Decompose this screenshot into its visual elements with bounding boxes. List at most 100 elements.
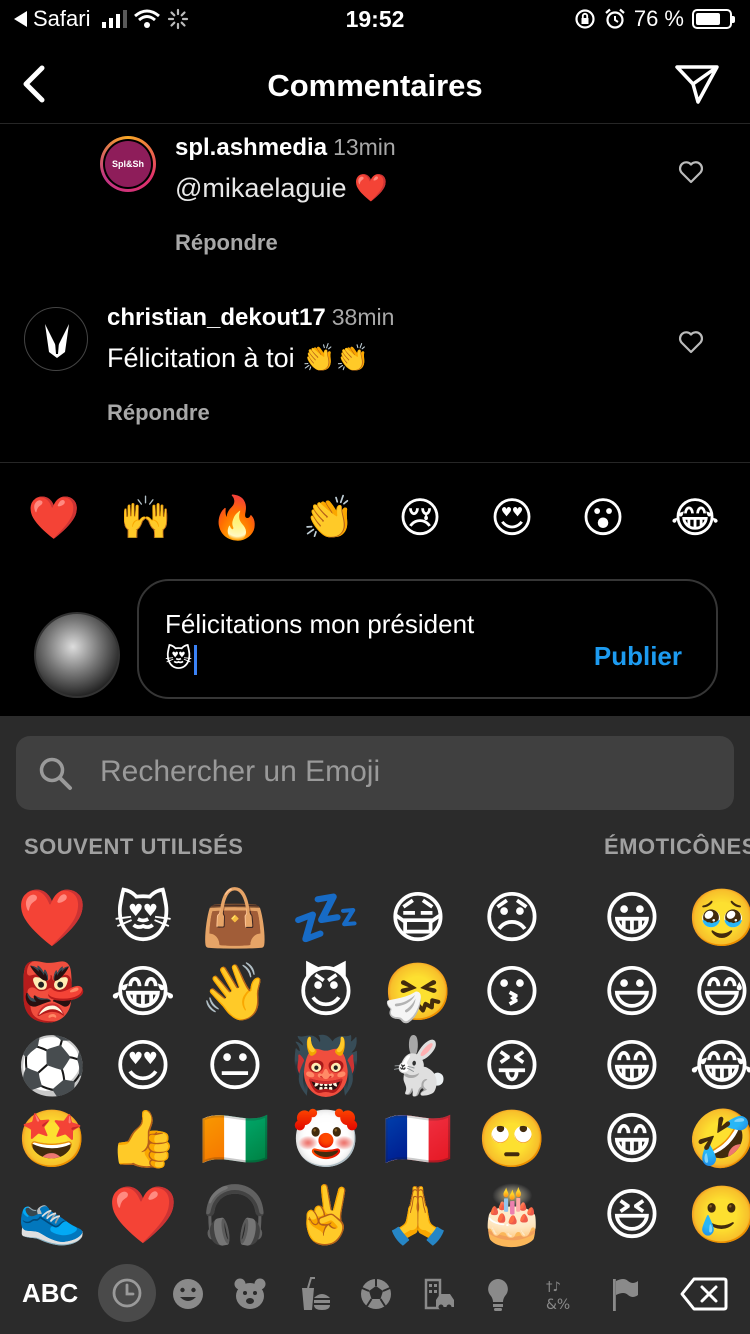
emoji-search-placeholder: Rechercher un Emoji bbox=[100, 755, 381, 788]
emoji-key[interactable]: 😁 bbox=[596, 1103, 668, 1175]
quick-reaction[interactable]: 😂 bbox=[665, 488, 725, 548]
emoji-key[interactable]: 💤 bbox=[290, 882, 362, 954]
like-heart-icon[interactable] bbox=[678, 160, 704, 184]
travel-icon[interactable] bbox=[418, 1274, 458, 1314]
emoji-key[interactable]: 🥹 bbox=[686, 882, 750, 954]
emoji-key[interactable]: 👟 bbox=[16, 1179, 88, 1251]
recent-icon bbox=[112, 1278, 142, 1308]
emoji-key[interactable]: 🤡 bbox=[290, 1103, 362, 1175]
avatar[interactable]: Spl&Sh bbox=[100, 136, 156, 192]
emoji-key[interactable]: 😁 bbox=[596, 1030, 668, 1102]
smiley-icon[interactable] bbox=[168, 1274, 208, 1314]
keyboard-category-bar: ABC †♪ &% bbox=[0, 1256, 750, 1334]
emoji-key[interactable]: 😷 bbox=[382, 882, 454, 954]
emoji-key[interactable]: 🇨🇮 bbox=[199, 1103, 271, 1175]
text-cursor bbox=[194, 645, 198, 676]
emoji-grid: ❤️ 👺 ⚽ 🤩 👟 😻 😂 😍 👍 ❤️ 👜 👋 😐 🇨🇮 🎧 💤 😈 👹 🤡 ✌️ 😷 🤧 🐇 🇫🇷 🙏 😞 😗 😝 🙄 🎂 😀 😃 😁 😁 😆… bbox=[0, 874, 750, 1254]
svg-text:&%: &% bbox=[546, 1297, 570, 1313]
emoji-key[interactable]: ❤️ bbox=[107, 1179, 179, 1251]
battery-percent: 76 % bbox=[633, 6, 684, 31]
emoji-key[interactable]: 🤣 bbox=[686, 1103, 750, 1175]
recent-category-button[interactable] bbox=[98, 1264, 156, 1322]
quick-reaction[interactable]: 😍 bbox=[482, 488, 542, 548]
comment-input-emoji: 😻 bbox=[165, 643, 193, 673]
tuxedo-logo-icon bbox=[45, 324, 69, 358]
emoji-key[interactable]: 🥲 bbox=[686, 1179, 750, 1251]
search-icon bbox=[39, 757, 72, 790]
quick-reactions-bar: ❤️ 🙌 🔥 👏 😢 😍 😮 😂 bbox=[0, 488, 750, 548]
svg-text:†♪: †♪ bbox=[546, 1280, 561, 1295]
like-heart-icon[interactable] bbox=[678, 330, 704, 354]
quick-reaction[interactable]: 😢 bbox=[390, 488, 450, 548]
status-bar: Safari 19:52 76 % bbox=[0, 0, 750, 40]
quick-reaction[interactable]: 🔥 bbox=[207, 488, 267, 548]
emoji-key[interactable]: 😂 bbox=[686, 1030, 750, 1102]
flag-icon[interactable] bbox=[604, 1274, 644, 1314]
backspace-icon[interactable] bbox=[680, 1276, 728, 1312]
emoji-key[interactable]: 😈 bbox=[290, 956, 362, 1028]
emoji-key[interactable]: 🎂 bbox=[476, 1179, 548, 1251]
section-label-smileys: ÉMOTICÔNES bbox=[604, 834, 750, 859]
emoji-key[interactable]: 🤩 bbox=[16, 1103, 88, 1175]
comment-text: Félicitation à toi 👏👏 bbox=[107, 343, 370, 373]
divider bbox=[0, 462, 750, 463]
send-icon[interactable] bbox=[674, 62, 720, 106]
emoji-key[interactable]: 👋 bbox=[199, 956, 271, 1028]
emoji-key[interactable]: 🐇 bbox=[382, 1030, 454, 1102]
emoji-key[interactable]: 😐 bbox=[199, 1030, 271, 1102]
emoji-key[interactable]: 🇫🇷 bbox=[382, 1103, 454, 1175]
reply-button[interactable]: Répondre bbox=[107, 400, 647, 426]
emoji-key[interactable]: 😆 bbox=[596, 1179, 668, 1251]
comment-input-text: Félicitations mon président bbox=[165, 609, 475, 639]
comment-username[interactable]: christian_dekout17 bbox=[107, 304, 326, 331]
emoji-key[interactable]: 😃 bbox=[596, 956, 668, 1028]
lightbulb-icon[interactable] bbox=[478, 1274, 518, 1314]
rotation-lock-icon bbox=[575, 9, 595, 29]
emoji-key[interactable]: 🙏 bbox=[382, 1179, 454, 1251]
emoji-key[interactable]: 👍 bbox=[107, 1103, 179, 1175]
animal-icon[interactable] bbox=[230, 1274, 270, 1314]
section-label-frequent: SOUVENT UTILISÉS bbox=[24, 834, 244, 859]
emoji-key[interactable]: 🎧 bbox=[199, 1179, 271, 1251]
emoji-search-input[interactable]: Rechercher un Emoji bbox=[16, 736, 734, 810]
quick-reaction[interactable]: ❤️ bbox=[24, 488, 84, 548]
emoji-key[interactable]: 😻 bbox=[107, 882, 179, 954]
quick-reaction[interactable]: 😮 bbox=[573, 488, 633, 548]
symbols-icon[interactable]: †♪ &% bbox=[542, 1274, 582, 1314]
comment: christian_dekout17 38min Félicitation à t… bbox=[107, 304, 647, 426]
emoji-key[interactable]: 🤧 bbox=[382, 956, 454, 1028]
emoji-key[interactable]: 😍 bbox=[107, 1030, 179, 1102]
emoji-key[interactable]: 😅 bbox=[686, 956, 750, 1028]
emoji-key[interactable]: 👹 bbox=[290, 1030, 362, 1102]
page-title: Commentaires bbox=[267, 68, 483, 103]
ball-icon[interactable] bbox=[356, 1274, 396, 1314]
emoji-key[interactable]: 😝 bbox=[476, 1030, 548, 1102]
abc-button[interactable]: ABC bbox=[22, 1278, 78, 1309]
comment-time: 38min bbox=[331, 304, 395, 330]
emoji-key[interactable]: 😀 bbox=[596, 882, 668, 954]
emoji-key[interactable]: ✌️ bbox=[290, 1179, 362, 1251]
emoji-key[interactable]: 👜 bbox=[199, 882, 271, 954]
avatar[interactable] bbox=[24, 307, 88, 371]
comment-text: @mikaelaguie ❤️ bbox=[175, 173, 388, 203]
food-icon[interactable] bbox=[294, 1274, 334, 1314]
alarm-icon bbox=[605, 8, 625, 29]
comment-input[interactable]: Félicitations mon président 😻 Publier bbox=[137, 579, 718, 699]
emoji-key[interactable]: 😞 bbox=[476, 882, 548, 954]
publish-button[interactable]: Publier bbox=[594, 641, 682, 672]
emoji-key[interactable]: 😂 bbox=[107, 956, 179, 1028]
current-user-avatar bbox=[34, 612, 120, 698]
quick-reaction[interactable]: 🙌 bbox=[116, 488, 176, 548]
avatar-logo-text: Spl&Sh bbox=[105, 141, 151, 187]
reply-button[interactable]: Répondre bbox=[175, 230, 655, 256]
emoji-key[interactable]: ❤️ bbox=[16, 882, 88, 954]
emoji-key[interactable]: 🙄 bbox=[476, 1103, 548, 1175]
emoji-key[interactable]: ⚽ bbox=[16, 1030, 88, 1102]
emoji-key[interactable]: 😗 bbox=[476, 956, 548, 1028]
comment: spl.ashmedia 13min @mikaelaguie ❤️ Répond… bbox=[175, 134, 655, 256]
quick-reaction[interactable]: 👏 bbox=[299, 488, 359, 548]
emoji-key[interactable]: 👺 bbox=[16, 956, 88, 1028]
comment-username[interactable]: spl.ashmedia bbox=[175, 134, 327, 161]
header: Commentaires bbox=[0, 48, 750, 124]
battery-icon bbox=[692, 9, 735, 29]
